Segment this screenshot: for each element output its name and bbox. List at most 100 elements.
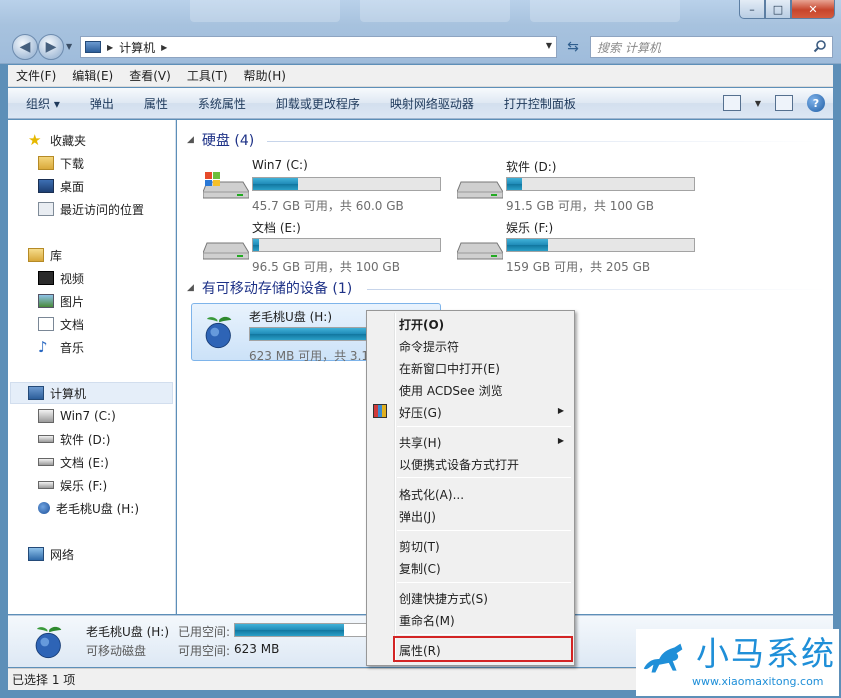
map-network-drive-button[interactable]: 映射网络驱动器	[390, 95, 474, 112]
nav-drive-e[interactable]: 文档 (E:)	[38, 452, 109, 472]
breadcrumb-arrow-icon[interactable]: ▶	[107, 43, 113, 52]
menu-item-format[interactable]: 格式化(A)...	[399, 486, 464, 503]
history-dropdown-icon[interactable]: ▼	[66, 42, 72, 51]
menu-item-eject[interactable]: 弹出(J)	[399, 508, 436, 525]
menu-item-acdsee[interactable]: 使用 ACDSee 浏览	[399, 382, 503, 399]
collapse-icon[interactable]: ◢	[187, 135, 194, 145]
menu-file[interactable]: 文件(F)	[16, 67, 56, 84]
context-menu: 打开(O) 命令提示符 在新窗口中打开(E) 使用 ACDSee 浏览 好压(G…	[366, 310, 575, 666]
menu-item-copy[interactable]: 复制(C)	[399, 560, 441, 577]
menu-item-haozip[interactable]: 好压(G)	[399, 404, 442, 421]
menu-item-command-prompt[interactable]: 命令提示符	[399, 338, 459, 355]
breadcrumb-computer[interactable]: 计算机	[119, 39, 155, 56]
drive-tile-f[interactable]: 娱乐 (F:) 159 GB 可用，共 205 GB	[449, 215, 695, 274]
back-button[interactable]: ◀	[12, 34, 38, 60]
nav-computer[interactable]: 计算机	[28, 383, 86, 403]
menu-item-cut[interactable]: 剪切(T)	[399, 538, 440, 555]
details-free-label: 可用空间:	[178, 644, 231, 658]
minimize-button[interactable]: –	[739, 0, 765, 19]
nav-recent[interactable]: 最近访问的位置	[38, 199, 144, 219]
menu-help[interactable]: 帮助(H)	[244, 67, 286, 84]
drive-info: 96.5 GB 可用，共 100 GB	[252, 260, 400, 274]
nav-drive-h[interactable]: 老毛桃U盘 (H:)	[38, 498, 139, 518]
drive-tile-d[interactable]: 软件 (D:) 91.5 GB 可用，共 100 GB	[449, 154, 695, 213]
eject-button[interactable]: 弹出	[90, 95, 114, 112]
refresh-button[interactable]: ⇆	[561, 36, 585, 58]
group-header-removable[interactable]: ◢ 有可移动存储的设备 (1)	[187, 278, 352, 298]
group-title: 硬盘 (4)	[201, 133, 255, 149]
menu-item-open-new-window[interactable]: 在新窗口中打开(E)	[399, 360, 500, 377]
nav-downloads[interactable]: 下载	[38, 153, 84, 173]
nav-videos[interactable]: 视频	[38, 268, 84, 288]
drive-name: 文档 (E:)	[252, 221, 301, 235]
group-header-hdd[interactable]: ◢ 硬盘 (4)	[187, 130, 254, 150]
search-icon[interactable]	[813, 39, 827, 53]
nav-drive-c[interactable]: Win7 (C:)	[38, 406, 116, 426]
nav-label: 文档	[60, 317, 85, 332]
organize-button[interactable]: 组织 ▾	[26, 95, 60, 112]
nav-network[interactable]: 网络	[28, 544, 74, 564]
search-input[interactable]: 搜索 计算机	[590, 36, 833, 58]
menu-item-rename[interactable]: 重命名(M)	[399, 612, 455, 629]
address-bar[interactable]: ▶ 计算机 ▶ ▼	[80, 36, 557, 58]
drive-usage-fill	[507, 178, 522, 190]
star-icon: ★	[28, 131, 42, 149]
menu-item-share[interactable]: 共享(H)	[399, 434, 441, 451]
peach-usb-icon	[38, 502, 50, 514]
open-control-panel-button[interactable]: 打开控制面板	[504, 95, 576, 112]
properties-button[interactable]: 属性	[144, 95, 168, 112]
menu-separator	[397, 634, 571, 635]
nav-libraries[interactable]: 库	[28, 245, 62, 265]
system-properties-button[interactable]: 系统属性	[198, 95, 246, 112]
drive-usage-bar	[506, 238, 695, 252]
submenu-arrow-icon: ▶	[557, 436, 564, 445]
nav-label: 娱乐 (F:)	[60, 478, 108, 493]
watermark-title: 小马系统	[696, 634, 836, 673]
details-free-value: 623 MB	[234, 642, 280, 656]
menu-tools[interactable]: 工具(T)	[187, 67, 228, 84]
drive-tile-e[interactable]: 文档 (E:) 96.5 GB 可用，共 100 GB	[195, 215, 441, 274]
document-icon	[38, 317, 54, 331]
view-options-icon[interactable]	[722, 95, 741, 111]
details-drive-type: 可移动磁盘	[86, 644, 147, 658]
nav-drive-d[interactable]: 软件 (D:)	[38, 429, 110, 449]
menu-item-open[interactable]: 打开(O)	[399, 316, 444, 333]
hard-drive-icon	[457, 242, 503, 260]
preview-pane-icon[interactable]	[775, 95, 793, 111]
nav-label: 图片	[60, 294, 85, 309]
help-icon[interactable]: ?	[807, 94, 825, 112]
view-dropdown-icon[interactable]: ▼	[755, 99, 761, 108]
computer-icon	[85, 41, 101, 53]
menu-edit[interactable]: 编辑(E)	[72, 67, 113, 84]
collapse-icon[interactable]: ◢	[187, 283, 194, 293]
drive-usage-bar	[252, 238, 441, 252]
menu-item-create-shortcut[interactable]: 创建快捷方式(S)	[399, 590, 488, 607]
nav-documents[interactable]: 文档	[38, 314, 84, 334]
menu-item-open-portable[interactable]: 以便携式设备方式打开	[399, 456, 519, 473]
drive-tile-c[interactable]: Win7 (C:) 45.7 GB 可用，共 60.0 GB	[195, 154, 441, 213]
menu-separator	[397, 426, 571, 427]
nav-desktop[interactable]: 桌面	[38, 176, 84, 196]
uninstall-program-button[interactable]: 卸载或更改程序	[276, 95, 360, 112]
nav-favorites[interactable]: ★ 收藏夹	[28, 130, 86, 150]
close-button[interactable]: ✕	[791, 0, 835, 19]
download-folder-icon	[38, 156, 54, 170]
watermark: 小马系统 www.xiaomaxitong.com	[636, 629, 839, 696]
nav-drive-f[interactable]: 娱乐 (F:)	[38, 475, 107, 495]
maximize-button[interactable]: □	[765, 0, 791, 19]
hard-drive-icon	[203, 242, 249, 260]
nav-label: Win7 (C:)	[60, 409, 116, 423]
forward-button[interactable]: ▶	[38, 34, 64, 60]
breadcrumb-arrow-icon[interactable]: ▶	[161, 43, 167, 52]
details-drive-name: 老毛桃U盘 (H:)	[86, 625, 170, 639]
nav-label: 下载	[60, 156, 85, 171]
menu-view[interactable]: 查看(V)	[129, 67, 171, 84]
nav-music[interactable]: ♪ 音乐	[38, 337, 84, 357]
blurred-taskbar-item	[360, 0, 510, 22]
nav-pictures[interactable]: 图片	[38, 291, 84, 311]
drive-name: 软件 (D:)	[506, 160, 557, 174]
drive-info: 45.7 GB 可用，共 60.0 GB	[252, 199, 404, 213]
address-dropdown-icon[interactable]: ▼	[546, 41, 552, 50]
hard-drive-icon	[38, 481, 54, 489]
details-usage-fill	[235, 624, 344, 636]
